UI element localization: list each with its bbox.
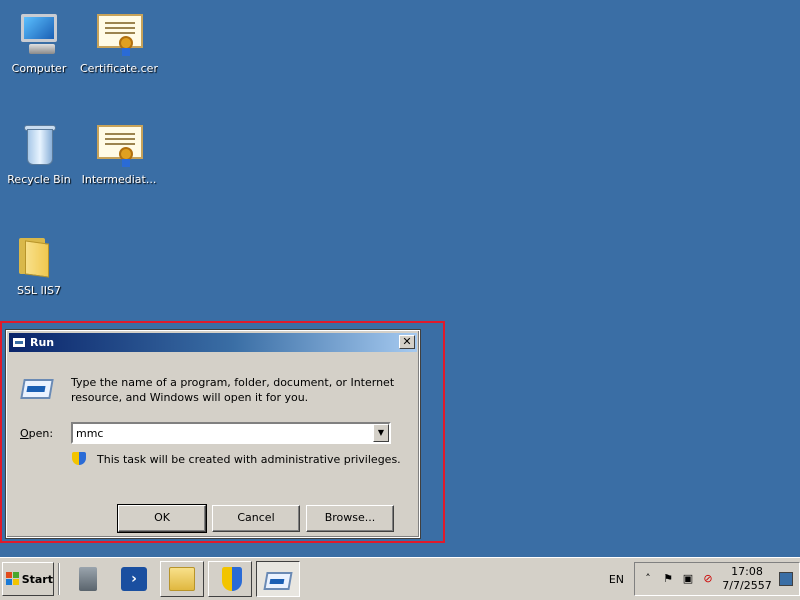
clock-time: 17:08 [731, 565, 763, 578]
system-tray: ˄ ⚑ ▣ ⊘ 17:08 7/7/2557 [634, 562, 800, 596]
close-icon: ✕ [402, 335, 412, 348]
folder-icon [15, 232, 63, 280]
admin-note-text: This task will be created with administr… [97, 452, 401, 466]
admin-privileges-note: This task will be created with administr… [71, 451, 401, 467]
cancel-button[interactable]: Cancel [212, 505, 300, 532]
powershell-icon: › [121, 567, 147, 591]
open-combobox[interactable]: ▼ [71, 422, 391, 444]
desktop-icon-label: Recycle Bin [7, 173, 71, 186]
show-desktop-button[interactable] [779, 572, 793, 586]
start-button[interactable]: Start [2, 562, 54, 596]
desktop-icon-label: Certificate.cer [80, 62, 158, 75]
windows-logo-icon [6, 572, 20, 586]
dropdown-arrow-button[interactable]: ▼ [373, 424, 389, 442]
start-label: Start [21, 572, 53, 586]
browse-button[interactable]: Browse... [306, 505, 394, 532]
close-button[interactable]: ✕ [399, 335, 415, 349]
certificate-icon [95, 121, 143, 169]
dialog-titlebar[interactable]: Run [9, 333, 417, 352]
server-manager-icon [79, 567, 97, 591]
taskbar: Start › EN ˄ ⚑ ▣ ⊘ 17:08 7/7/2557 [0, 557, 800, 600]
instruction-text: Type the name of a program, folder, docu… [71, 376, 395, 404]
computer-icon [15, 10, 63, 58]
desktop-icon-label: Computer [11, 62, 67, 75]
run-dialog: Run ✕ Type the name of a program, folder… [5, 329, 421, 539]
network-icon[interactable]: ▣ [681, 572, 695, 586]
run-program-icon [20, 377, 54, 401]
desktop-icon-ssl-iis7[interactable]: SSL IIS7 [0, 232, 78, 297]
clock[interactable]: 17:08 7/7/2557 [721, 565, 773, 593]
open-input[interactable] [73, 425, 373, 441]
dialog-title: Run [30, 336, 55, 349]
recycle-bin-icon [15, 121, 63, 169]
certificate-icon [95, 10, 143, 58]
action-center-flag-icon[interactable]: ⚑ [661, 572, 675, 586]
taskbar-explorer[interactable] [160, 561, 204, 597]
desktop-icon-certificate[interactable]: Certificate.cer [80, 10, 158, 75]
taskbar-separator [58, 563, 60, 595]
desktop-icon-computer[interactable]: Computer [0, 10, 78, 75]
taskbar-server-manager[interactable] [64, 561, 108, 597]
show-hidden-icons-icon[interactable]: ˄ [641, 572, 655, 586]
run-icon [263, 571, 293, 590]
explorer-icon [169, 567, 195, 591]
run-icon [12, 337, 26, 348]
uac-shield-icon [71, 451, 87, 467]
taskbar-powershell[interactable]: › [112, 561, 156, 597]
desktop-icon-intermediate[interactable]: Intermediat... [80, 121, 158, 186]
taskbar-security[interactable] [208, 561, 252, 597]
volume-muted-icon[interactable]: ⊘ [701, 572, 715, 586]
open-label: Open: [20, 427, 54, 440]
chevron-down-icon: ▼ [377, 428, 385, 437]
desktop-icon-label: SSL IIS7 [16, 284, 62, 297]
taskbar-run[interactable] [256, 561, 300, 597]
language-indicator[interactable]: EN [609, 573, 624, 586]
clock-date: 7/7/2557 [722, 579, 772, 592]
security-icon [221, 567, 242, 591]
desktop-icon-label: Intermediat... [81, 173, 157, 186]
desktop-icon-recycle-bin[interactable]: Recycle Bin [0, 121, 78, 186]
ok-button[interactable]: OK [117, 504, 207, 533]
